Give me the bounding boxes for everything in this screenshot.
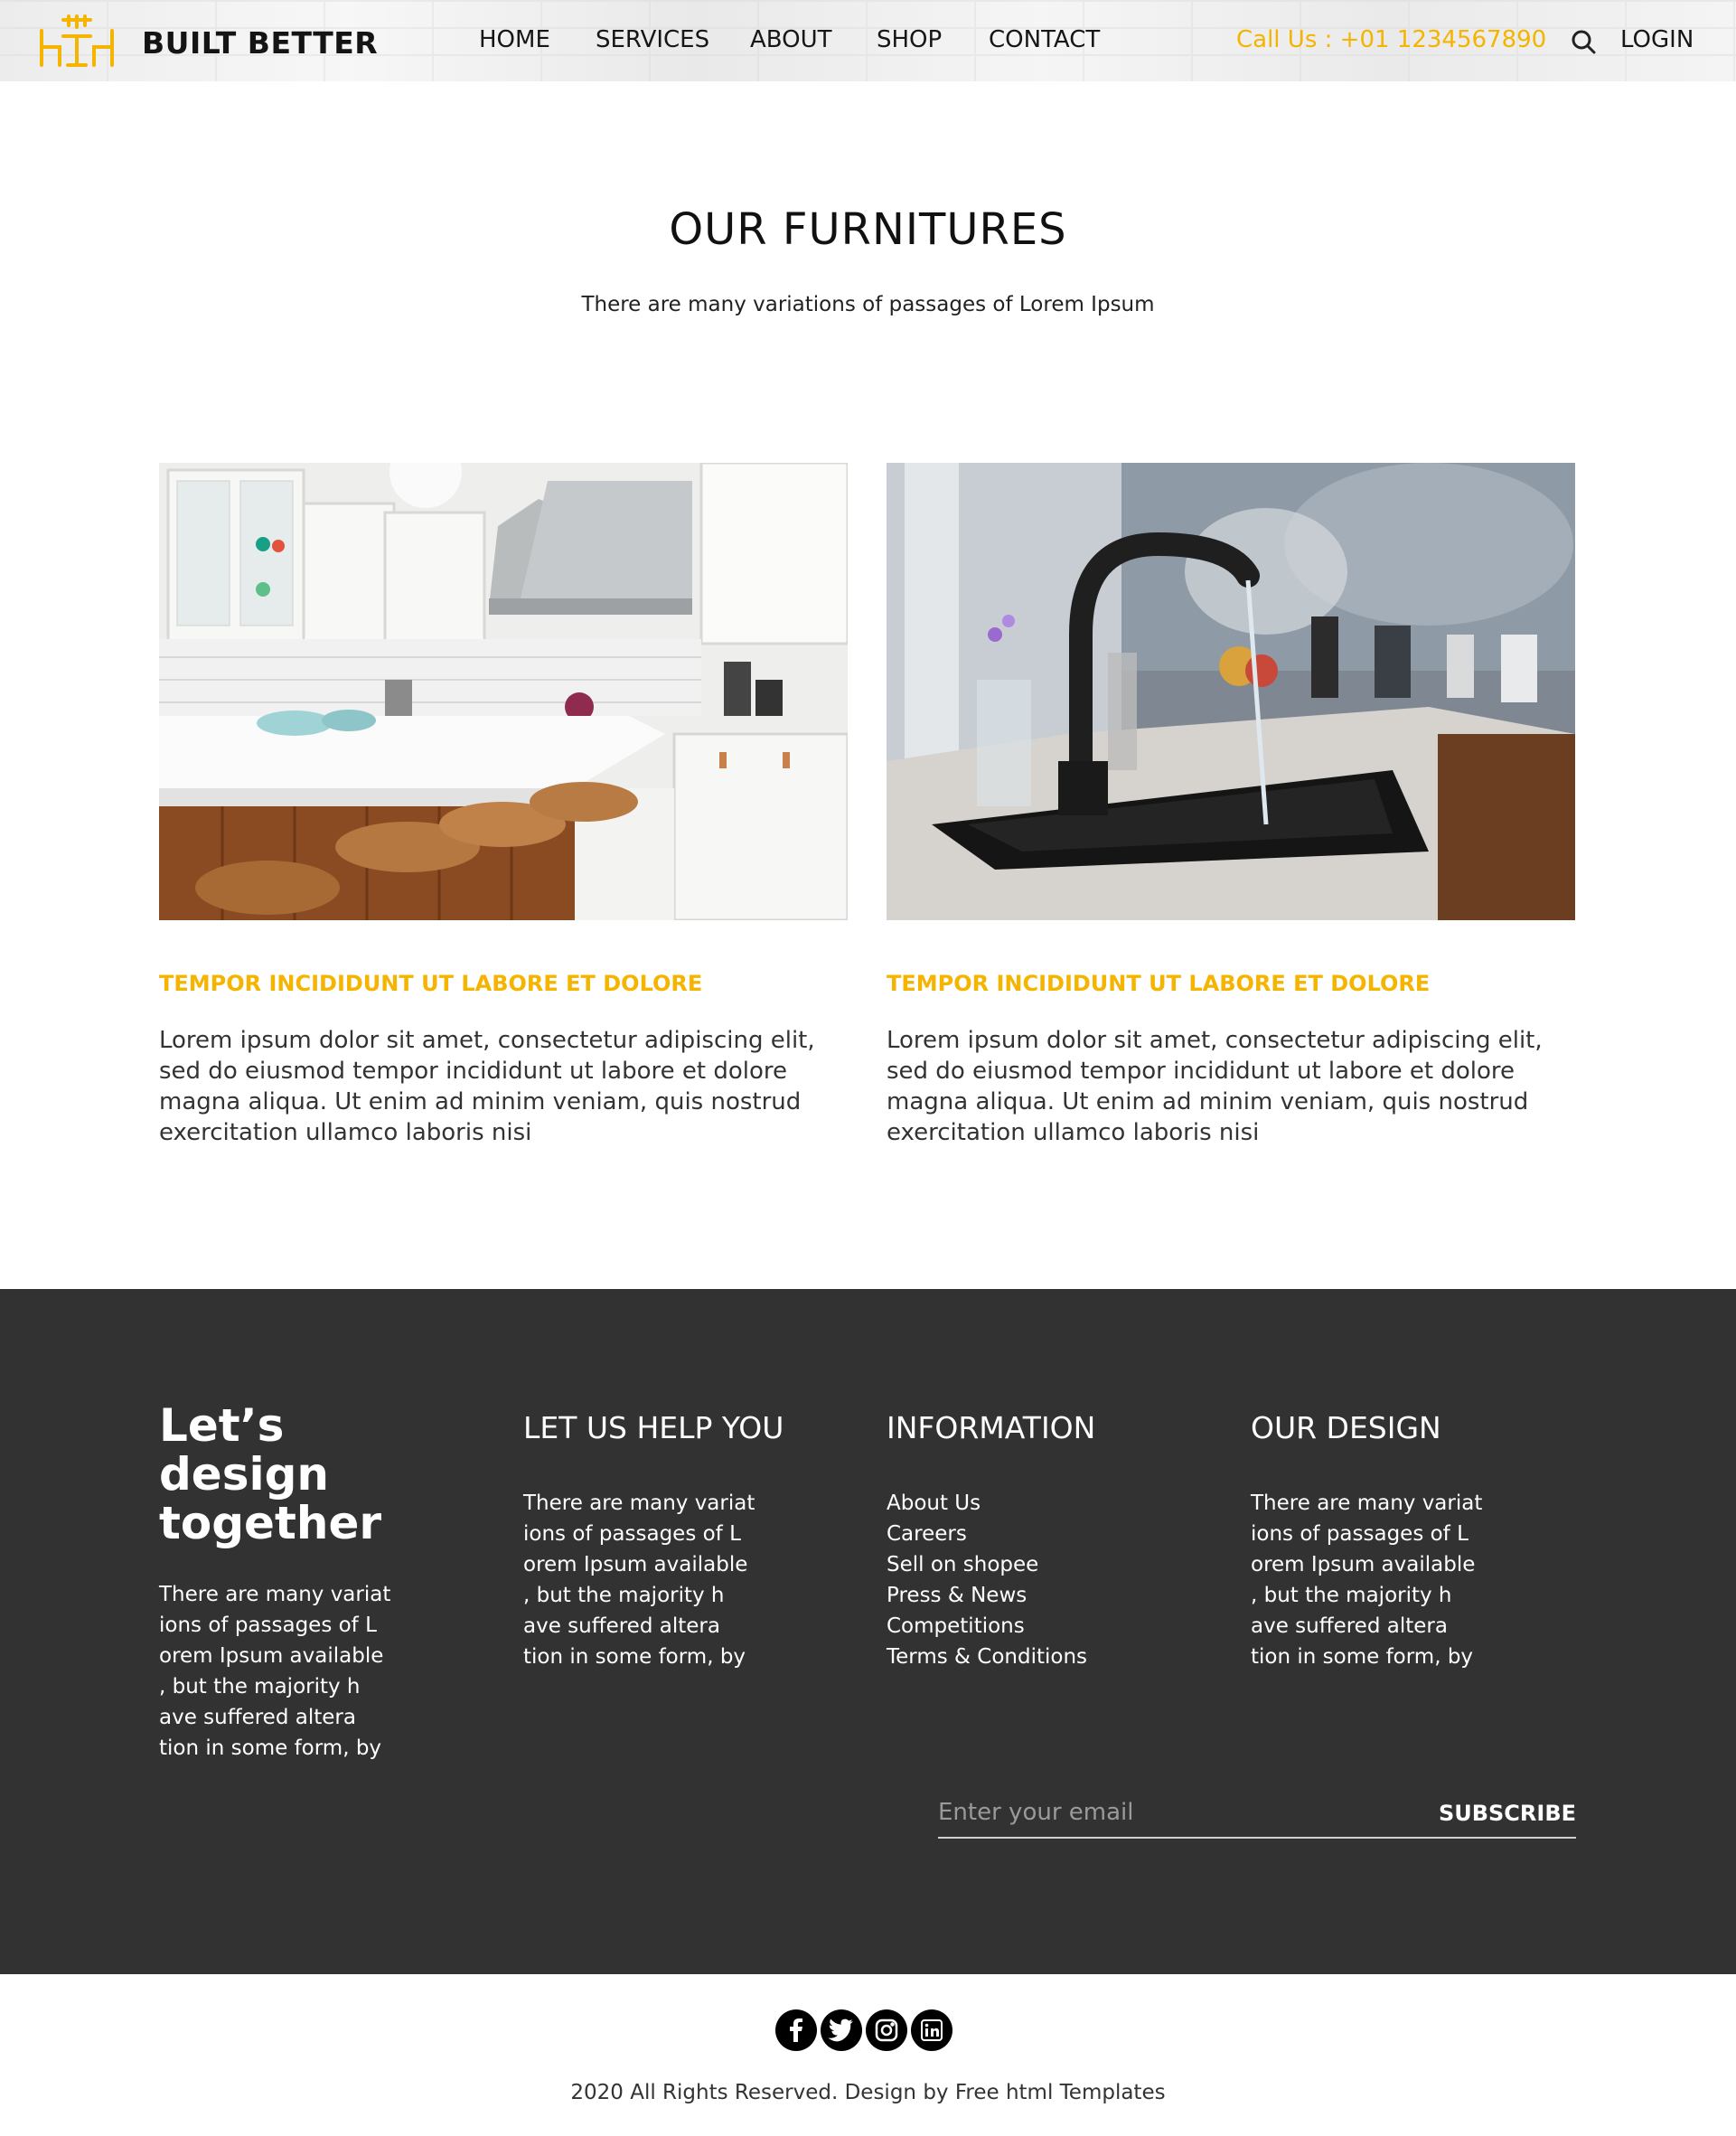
footer-link-about[interactable]: About Us: [887, 1488, 1087, 1519]
footer-col1-text: There are many variat ions of passages o…: [159, 1583, 391, 1760]
section-subtitle: There are many variations of passages of…: [581, 293, 1155, 316]
site-header: BUILT BETTER HOME SERVICES ABOUT SHOP CO…: [0, 0, 1736, 81]
nav-about[interactable]: ABOUT: [750, 26, 832, 53]
facebook-icon[interactable]: [775, 2009, 817, 2051]
card-title-2: TEMPOR INCIDIDUNT UT LABORE ET DOLORE: [887, 971, 1431, 996]
twitter-icon[interactable]: [821, 2009, 862, 2051]
section-title: OUR FURNITURES: [669, 204, 1067, 255]
footer-help-text: There are many variat ions of passages o…: [523, 1491, 755, 1669]
footer-help-heading: LET US HELP YOU: [523, 1410, 784, 1445]
logo-icon[interactable]: [38, 13, 116, 69]
card-title-1: TEMPOR INCIDIDUNT UT LABORE ET DOLORE: [159, 971, 703, 996]
nav-shop[interactable]: SHOP: [877, 26, 942, 53]
footer-link-terms[interactable]: Terms & Conditions: [887, 1642, 1087, 1672]
footer-link-press[interactable]: Press & News: [887, 1580, 1087, 1611]
nav-services[interactable]: SERVICES: [596, 26, 709, 53]
footer-link-sell[interactable]: Sell on shopee: [887, 1549, 1087, 1580]
instagram-icon[interactable]: [866, 2009, 907, 2051]
footer-link-competitions[interactable]: Competitions: [887, 1611, 1087, 1642]
sink-image: [887, 463, 1575, 920]
copyright-text: 2020 All Rights Reserved. Design by Free…: [570, 2081, 1166, 2104]
linkedin-icon[interactable]: [911, 2009, 952, 2051]
card-text-1: Lorem ipsum dolor sit amet, consectetur …: [159, 1027, 815, 1146]
call-us-text: Call Us : +01 1234567890: [1236, 26, 1547, 53]
footer-link-careers[interactable]: Careers: [887, 1519, 1087, 1549]
footer-design-heading: OUR DESIGN: [1251, 1410, 1441, 1445]
subscribe-button[interactable]: SUBSCRIBE: [1439, 1801, 1576, 1826]
footer-info-heading: INFORMATION: [887, 1410, 1096, 1445]
brand-name[interactable]: BUILT BETTER: [142, 25, 378, 61]
nav-home[interactable]: HOME: [479, 26, 550, 53]
footer-design-text: There are many variat ions of passages o…: [1251, 1491, 1483, 1669]
nav-contact[interactable]: CONTACT: [989, 26, 1100, 53]
footer-info-links: About Us Careers Sell on shopee Press & …: [887, 1488, 1087, 1672]
card-text-2: Lorem ipsum dolor sit amet, consectetur …: [887, 1027, 1543, 1146]
login-link[interactable]: LOGIN: [1620, 26, 1694, 53]
kitchen-image: [159, 463, 848, 920]
email-input[interactable]: [938, 1790, 1408, 1835]
footer-tagline: Let’s design together: [159, 1399, 382, 1549]
search-icon[interactable]: [1571, 29, 1596, 54]
newsletter-form: SUBSCRIBE: [938, 1790, 1576, 1839]
